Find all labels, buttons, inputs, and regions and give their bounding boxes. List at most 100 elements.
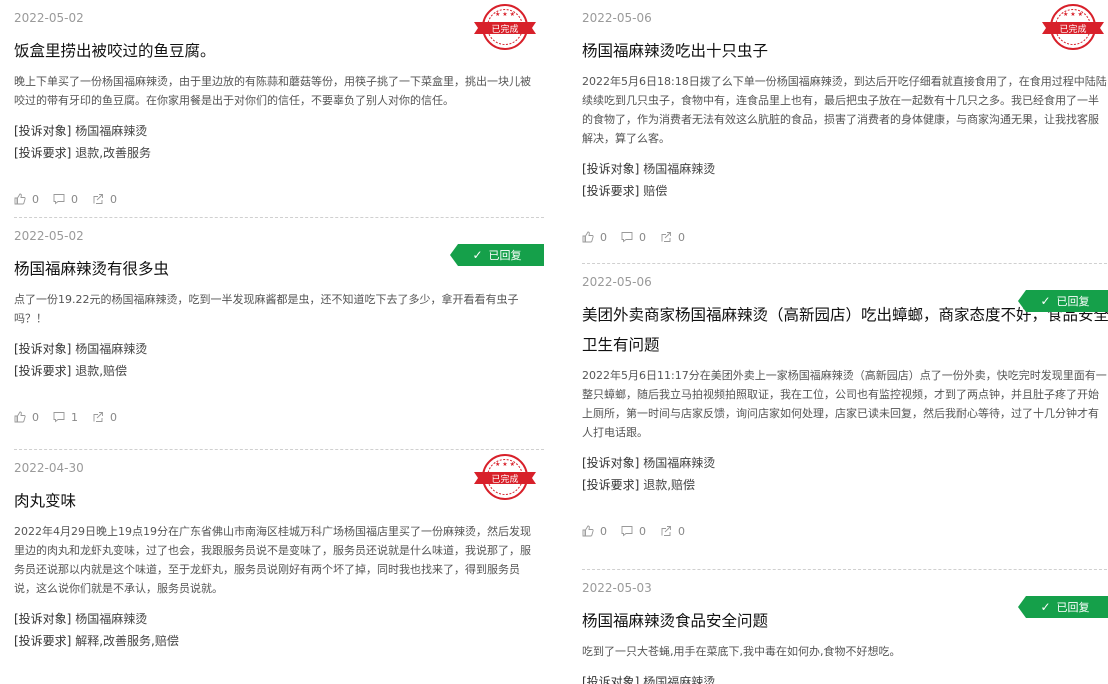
like-count: 0 <box>600 230 607 244</box>
status-badge: ✓ 已回复 <box>1018 290 1108 312</box>
complaint-target-label: [投诉对象] <box>14 342 72 356</box>
like-count: 0 <box>32 410 39 424</box>
complaint-stats: 0 1 0 <box>14 406 544 428</box>
complaint-request-row: [投诉要求] 退款,改善服务 <box>14 142 544 164</box>
check-icon: ✓ <box>1040 294 1051 308</box>
completed-stamp-icon: 已完成 ★ ★ ★ <box>1042 4 1104 50</box>
check-icon: ✓ <box>1040 600 1051 614</box>
complaint-target-value[interactable]: 杨国福麻辣烫 <box>75 612 147 626</box>
share-button[interactable]: 0 <box>92 193 117 206</box>
like-button[interactable]: 0 <box>582 231 607 244</box>
comment-count: 1 <box>71 410 78 424</box>
share-button[interactable]: 0 <box>92 411 117 424</box>
comment-icon <box>621 232 633 243</box>
thumb-up-icon <box>14 411 26 423</box>
comment-button[interactable]: 1 <box>53 411 78 424</box>
complaint-date: 2022-05-03 <box>582 581 652 595</box>
complaint-request-row: [投诉要求] 赔偿 <box>582 180 1108 202</box>
complaint-target-value[interactable]: 杨国福麻辣烫 <box>75 342 147 356</box>
svg-text:已完成: 已完成 <box>491 473 518 485</box>
comment-button[interactable]: 0 <box>53 193 78 206</box>
complaint-date: 2022-05-02 <box>14 11 84 25</box>
complaint-request-row: [投诉要求] 退款,赔偿 <box>582 474 1108 496</box>
svg-text:★ ★ ★: ★ ★ ★ <box>495 11 515 18</box>
share-count: 0 <box>678 230 685 244</box>
complaint-content: 晚上下单买了一份杨国福麻辣烫，由于里边放的有陈蒜和蘑菇等份，用筷子挑了一下菜盒里… <box>14 75 531 107</box>
complaint-target-row: [投诉对象] 杨国福麻辣烫 <box>14 338 544 360</box>
complaint-target-row: [投诉对象] 杨国福麻辣烫 <box>14 120 544 142</box>
complaint-card[interactable]: 2022-04-30 已完成 ★ ★ ★ 肉丸变味 2022年4月29日晚上19… <box>14 450 544 684</box>
comment-button[interactable]: 0 <box>621 525 646 538</box>
complaint-card[interactable]: 2022-05-06 ✓ 已回复 美团外卖商家杨国福麻辣烫（高新园店）吃出蟑螂，商… <box>582 264 1108 570</box>
complaint-title[interactable]: 饭盒里捞出被咬过的鱼豆腐。 <box>14 36 544 66</box>
complaint-target-row: [投诉对象] 杨国福麻辣烫 <box>14 608 544 630</box>
like-count: 0 <box>600 524 607 538</box>
share-count: 0 <box>678 524 685 538</box>
status-badge: ✓ 已回复 <box>1018 596 1108 618</box>
completed-stamp-icon: 已完成 ★ ★ ★ <box>474 454 536 500</box>
complaint-content: 吃到了一只大苍蝇,用手在菜底下,我中毒在如何办,食物不好想吃。 <box>582 645 901 658</box>
complaint-target-value[interactable]: 杨国福麻辣烫 <box>643 162 715 176</box>
completed-stamp-icon: 已完成 ★ ★ ★ <box>474 4 536 50</box>
complaint-card[interactable]: 2022-05-03 ✓ 已回复 杨国福麻辣烫食品安全问题 吃到了一只大苍蝇,用手… <box>582 570 1108 684</box>
like-button[interactable]: 0 <box>14 193 39 206</box>
complaint-target-label: [投诉对象] <box>14 612 72 626</box>
check-icon: ✓ <box>472 248 483 262</box>
comment-count: 0 <box>639 230 646 244</box>
complaint-date: 2022-05-06 <box>582 11 652 25</box>
complaint-target-value[interactable]: 杨国福麻辣烫 <box>75 124 147 138</box>
share-icon <box>93 194 103 204</box>
status-stamp: 已完成 ★ ★ ★ <box>472 452 538 502</box>
complaint-date: 2022-05-02 <box>14 229 84 243</box>
complaint-request-value: 退款,赔偿 <box>75 364 128 378</box>
thumb-up-icon <box>14 193 26 205</box>
complaint-title[interactable]: 肉丸变味 <box>14 486 544 516</box>
comment-button[interactable]: 0 <box>621 231 646 244</box>
complaint-request-label: [投诉要求] <box>14 146 72 160</box>
complaint-request-value: 退款,赔偿 <box>643 478 696 492</box>
share-count: 0 <box>110 410 117 424</box>
thumb-up-icon <box>582 231 594 243</box>
complaint-date: 2022-05-06 <box>582 275 652 289</box>
complaint-column-right: 2022-05-06 已完成 ★ ★ ★ 杨国福麻辣烫吃出十只虫子 2022年5… <box>582 0 1108 684</box>
share-button[interactable]: 0 <box>660 231 685 244</box>
like-button[interactable]: 0 <box>582 525 607 538</box>
complaint-card[interactable]: 2022-05-02 已完成 ★ ★ ★ 饭盒里捞出被咬过的鱼豆腐。 晚上下单买… <box>14 0 544 218</box>
share-button[interactable]: 0 <box>660 525 685 538</box>
complaint-target-label: [投诉对象] <box>582 162 640 176</box>
complaint-target-row: [投诉对象] 杨国福麻辣烫 <box>582 452 1108 474</box>
complaint-title[interactable]: 杨国福麻辣烫吃出十只虫子 <box>582 36 1108 66</box>
complaint-date: 2022-04-30 <box>14 461 84 475</box>
complaint-stats: 0 0 0 <box>14 188 544 210</box>
comment-count: 0 <box>639 524 646 538</box>
svg-text:已完成: 已完成 <box>491 23 518 35</box>
complaint-request-value: 解释,改善服务,赔偿 <box>75 634 179 648</box>
complaint-target-label: [投诉对象] <box>582 456 640 470</box>
status-badge: ✓ 已回复 <box>450 244 544 266</box>
complaint-request-label: [投诉要求] <box>582 478 640 492</box>
complaint-target-row: [投诉对象] 杨国福麻辣烫 <box>582 158 1108 180</box>
complaint-content: 2022年4月29日晚上19点19分在广东省佛山市南海区桂城万科广场杨国福店里买… <box>14 525 531 595</box>
complaint-stats: 0 0 0 <box>582 520 1108 542</box>
share-count: 0 <box>110 192 117 206</box>
complaint-request-value: 退款,改善服务 <box>75 146 152 160</box>
complaint-request-label: [投诉要求] <box>582 184 640 198</box>
svg-text:已完成: 已完成 <box>1059 23 1086 35</box>
complaint-target-value[interactable]: 杨国福麻辣烫 <box>643 675 715 684</box>
share-icon <box>661 526 671 536</box>
complaint-card[interactable]: 2022-05-06 已完成 ★ ★ ★ 杨国福麻辣烫吃出十只虫子 2022年5… <box>582 0 1108 264</box>
comment-icon <box>53 194 65 205</box>
like-button[interactable]: 0 <box>14 411 39 424</box>
complaint-request-value: 赔偿 <box>643 184 668 198</box>
status-label: 已回复 <box>1056 601 1090 614</box>
thumb-up-icon <box>582 525 594 537</box>
comment-icon <box>621 526 633 537</box>
complaint-content: 2022年5月6日18:18日拨了么下单一份杨国福麻辣烫，到达后开吃仔细看就直接… <box>582 75 1107 145</box>
complaint-content: 点了一份19.22元的杨国福麻辣烫，吃到一半发现麻酱都是虫，还不知道吃下去了多少… <box>14 293 519 325</box>
complaint-card[interactable]: 2022-05-02 ✓ 已回复 杨国福麻辣烫有很多虫 点了一份19.22元的杨国… <box>14 218 544 450</box>
status-label: 已回复 <box>1056 295 1090 308</box>
complaint-target-label: [投诉对象] <box>582 675 640 684</box>
like-count: 0 <box>32 192 39 206</box>
complaint-target-value[interactable]: 杨国福麻辣烫 <box>643 456 715 470</box>
complaint-request-row: [投诉要求] 解释,改善服务,赔偿 <box>14 630 544 652</box>
